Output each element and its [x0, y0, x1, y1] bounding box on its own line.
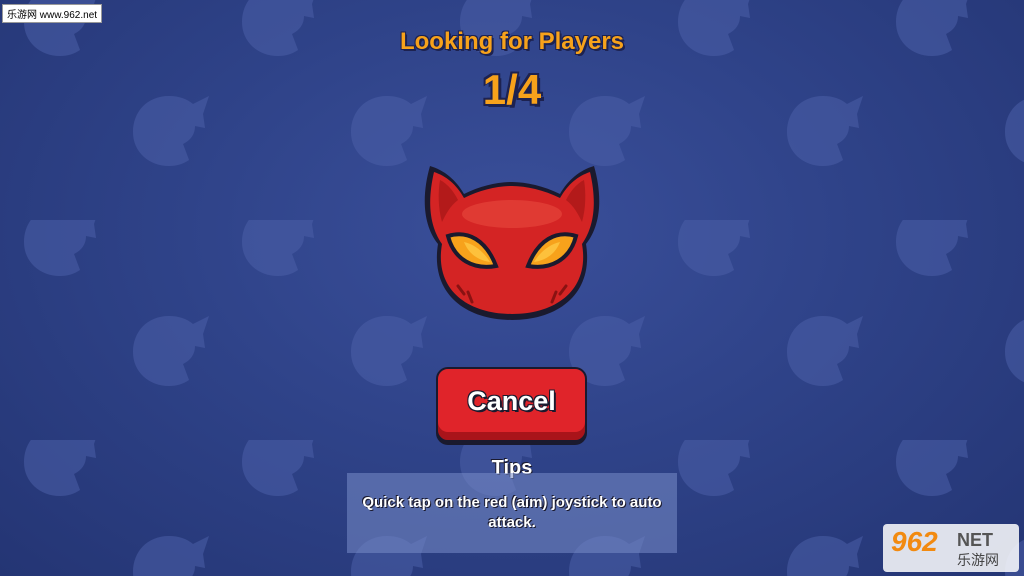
site-watermark: 乐游网 www.962.net [2, 4, 103, 23]
matchmaking-title: Looking for Players [399, 28, 625, 55]
tips-text: Quick tap on the red (aim) joystick to a… [362, 494, 662, 531]
logo-chinese-name: 乐游网 [957, 553, 999, 569]
site-logo: 962 NET 乐游网 [883, 524, 1019, 572]
logo-suffix: NET [957, 530, 993, 550]
player-counter: 1/4 [482, 66, 542, 113]
tips-panel: Quick tap on the red (aim) joystick to a… [347, 473, 677, 553]
devil-cat-head-icon [424, 166, 600, 320]
logo-number: 962 [891, 526, 938, 557]
cancel-button[interactable]: Cancel [436, 367, 587, 442]
